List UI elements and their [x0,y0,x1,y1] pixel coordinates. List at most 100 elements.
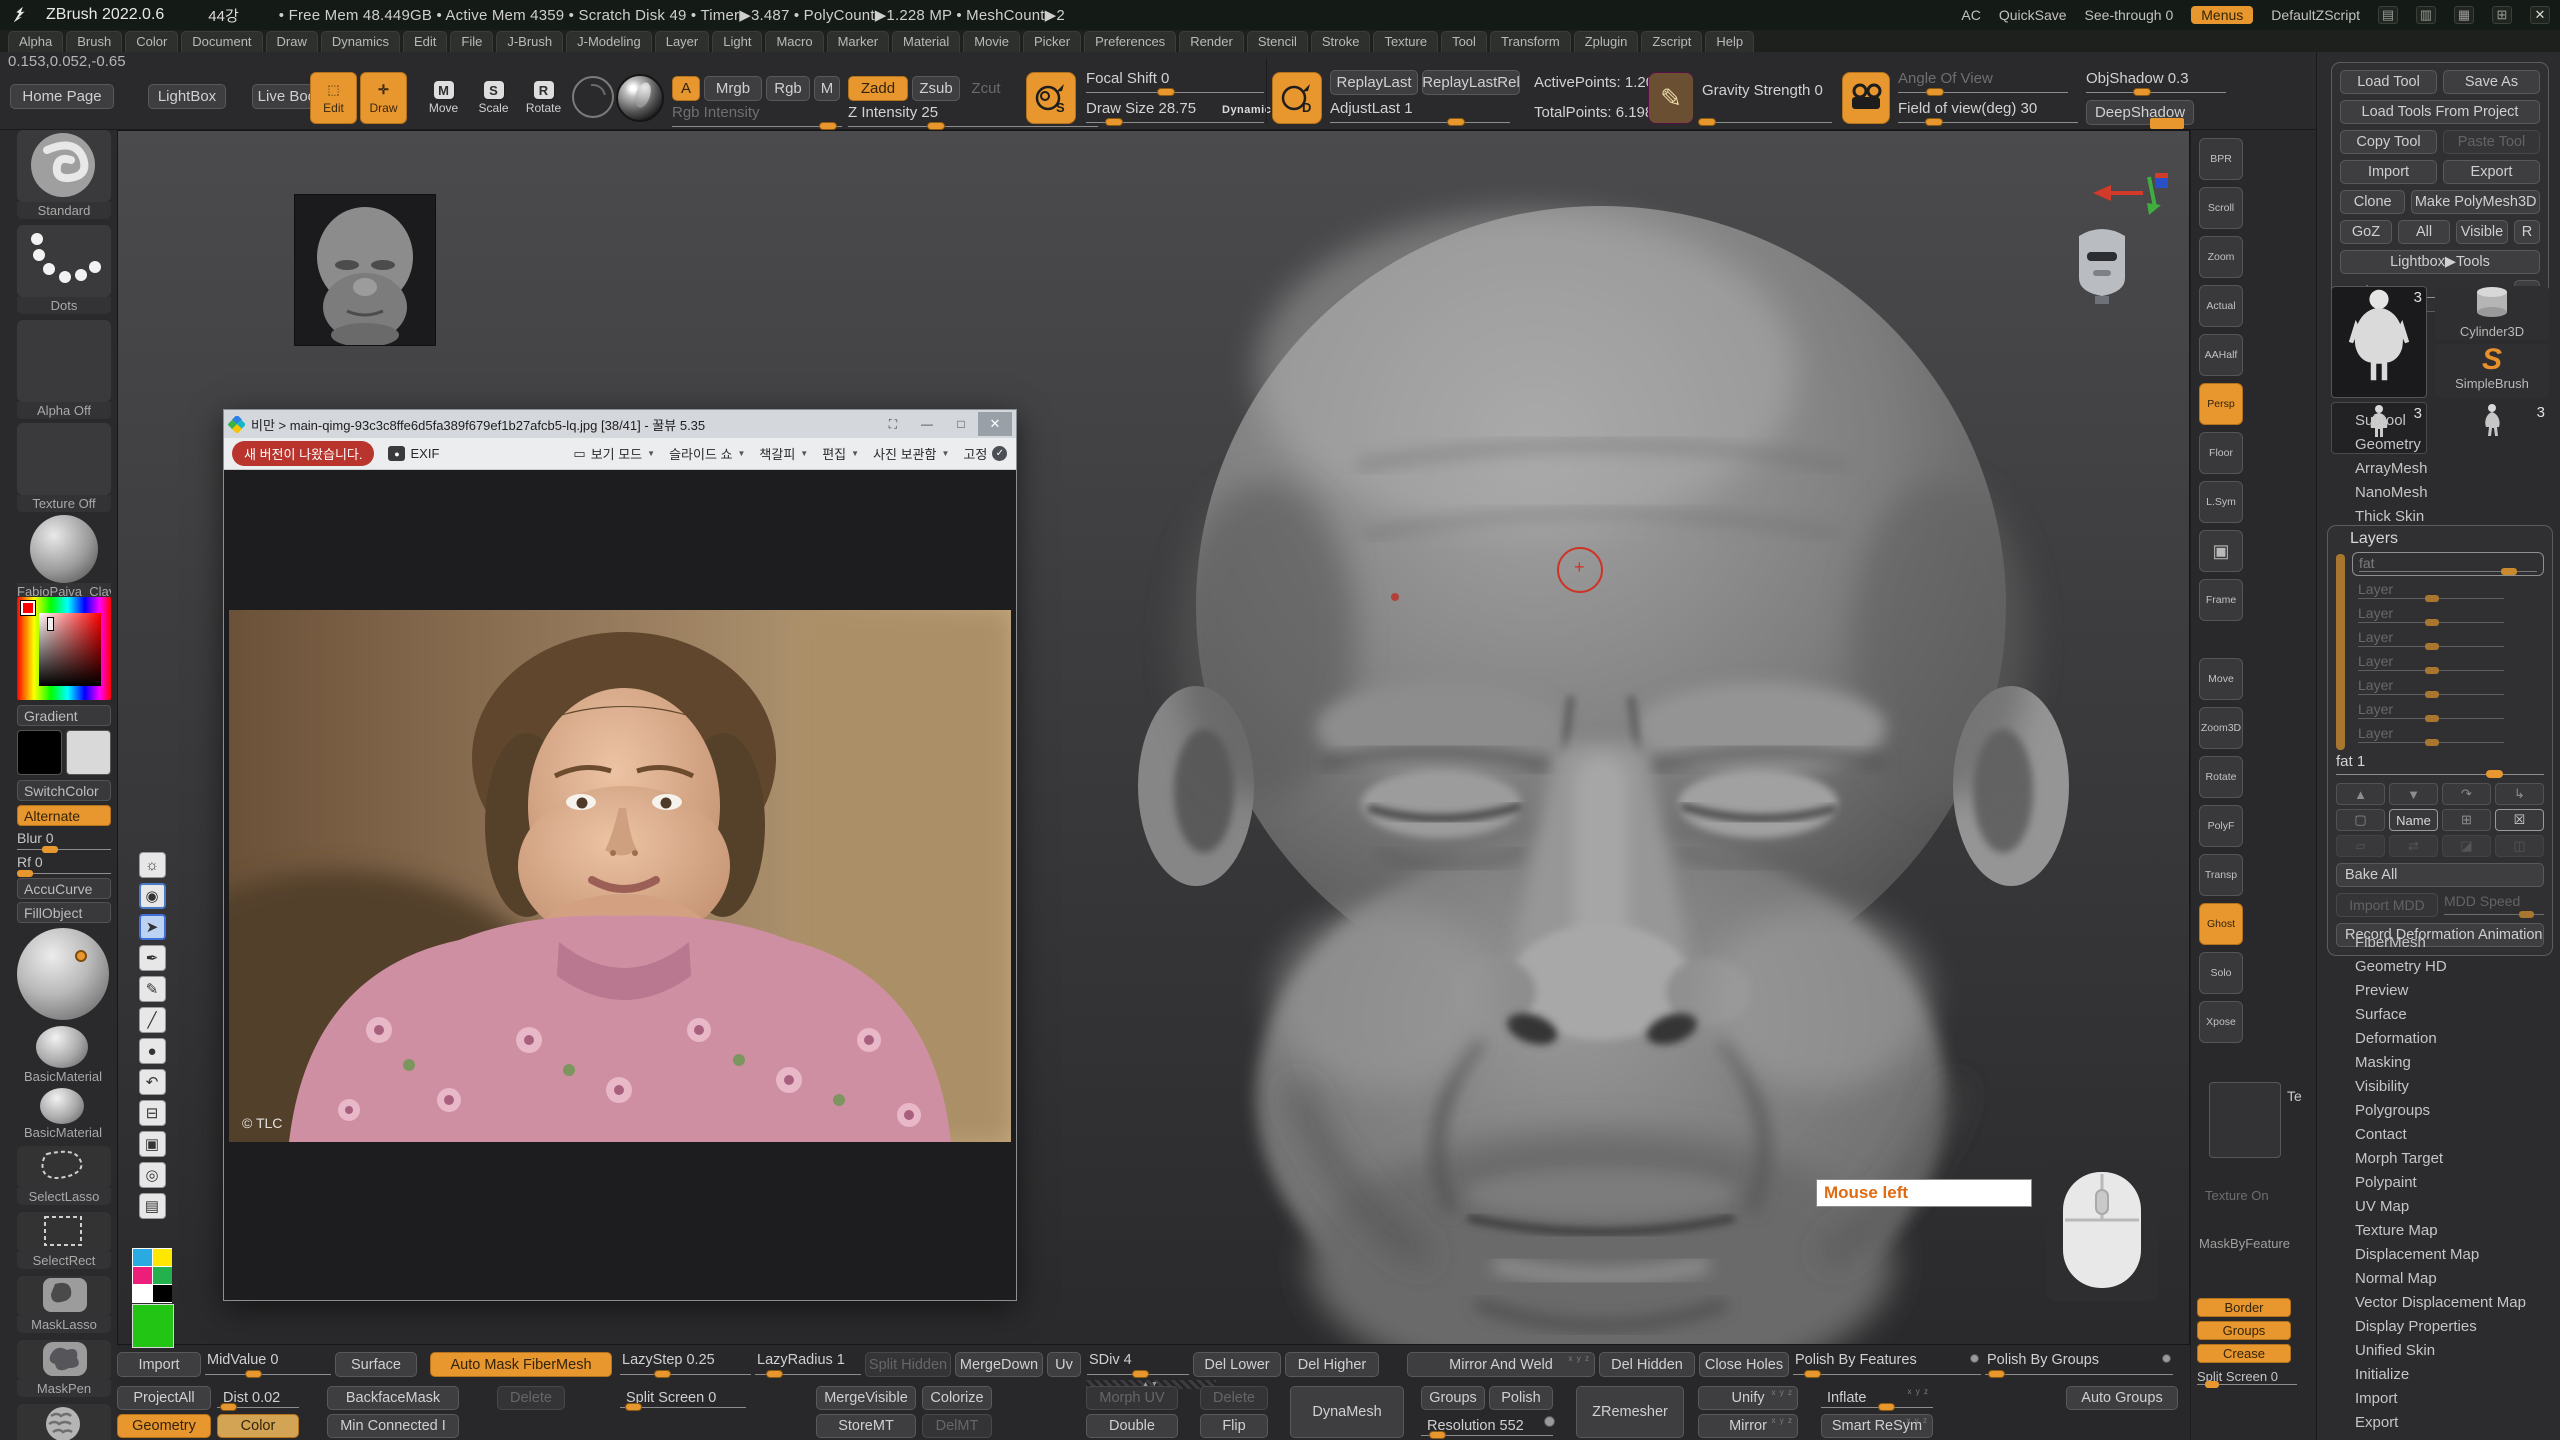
material-thumbnail[interactable] [30,515,98,583]
lightbox-tools-button[interactable]: Lightbox▶Tools [2340,250,2540,274]
layer-up-icon[interactable]: ▲ [2336,783,2385,805]
layer-extra-icon[interactable]: ◫ [2495,835,2544,857]
load-tool-button[interactable]: Load Tool [2340,70,2437,94]
menu-item[interactable]: Brush [66,31,122,52]
copy-tool-button[interactable]: Copy Tool [2340,130,2437,154]
layer-row[interactable]: Layer [2352,603,2544,627]
scale-mode-button[interactable]: SScale [470,72,517,124]
cylinder3d-tool[interactable]: Cylinder3D [2435,286,2549,340]
tool-section[interactable]: Morph Target [2331,1146,2549,1170]
easel-icon[interactable]: ▣ [139,1131,166,1157]
goz-r-button[interactable]: R [2514,220,2540,244]
view-mode-button[interactable]: ▭보기 모드▼ [573,444,655,463]
del-higher-button[interactable]: Del Higher [1285,1352,1379,1377]
tool-section[interactable]: Preview [2331,978,2549,1002]
quicksave-button[interactable]: QuickSave [1999,7,2067,23]
lazystep-slider[interactable]: LazyStep 0.25 [620,1352,751,1377]
mergevisible-button[interactable]: MergeVisible [816,1386,916,1410]
export-button[interactable]: Export [2443,160,2540,184]
menu-item[interactable]: Document [181,31,262,52]
texture-preview-box[interactable] [2209,1082,2281,1158]
tool-section[interactable]: Visibility [2331,1074,2549,1098]
shelf-solo-button[interactable]: Solo [2199,952,2243,994]
eye-icon[interactable]: ◉ [139,883,166,909]
unify-button[interactable]: Unify [1698,1386,1798,1410]
gravity-strength-slider[interactable] [1702,100,1832,126]
select-lasso-thumb[interactable] [17,1146,111,1188]
shelf-aahalf-button[interactable]: AAHalf [2199,334,2243,376]
layer-row[interactable]: Layer [2352,579,2544,603]
brush-thumbnail[interactable] [17,130,111,202]
tool-section[interactable]: Display Properties [2331,1314,2549,1338]
menu-item[interactable]: Dynamics [321,31,400,52]
draw-mode-button[interactable]: Draw [360,72,407,124]
swatch-blue[interactable] [133,1249,152,1266]
morph-uv-button[interactable]: Morph UV [1086,1386,1178,1410]
menu-item[interactable]: Preferences [1084,31,1176,52]
close-holes-button[interactable]: Close Holes [1699,1352,1789,1377]
swatch-white[interactable] [133,1285,152,1302]
goz-button[interactable]: GoZ [2340,220,2392,244]
main-color-swatch[interactable] [17,730,62,775]
layers-title[interactable]: Layers [2336,530,2544,548]
polish-by-features-slider[interactable]: Polish By Features [1793,1352,1981,1377]
menu-item[interactable]: Tool [1441,31,1487,52]
colorize-button[interactable]: Colorize [922,1386,992,1410]
photo-library-button[interactable]: 사진 보관함▼ [873,444,949,463]
menu-item[interactable]: Stencil [1247,31,1308,52]
menu-item[interactable]: Light [712,31,762,52]
rgb-intensity-slider[interactable]: Rgb Intensity [672,104,842,130]
tool-section[interactable]: Subtool [2331,408,2549,432]
layout-expand-icon[interactable]: ⊞ [2492,6,2512,24]
angle-of-view-icon[interactable] [1842,72,1890,124]
tool-section[interactable]: Displacement Map [2331,1242,2549,1266]
close-icon[interactable]: ✕ [2530,6,2550,24]
tool-section[interactable]: Contact [2331,1122,2549,1146]
del-lower-button[interactable]: Del Lower [1193,1352,1281,1377]
select-rect-thumb[interactable] [17,1212,111,1252]
goz-all-button[interactable]: All [2398,220,2450,244]
tool-section[interactable]: Vector Displacement Map [2331,1290,2549,1314]
shelf-lsym-button[interactable]: L.Sym [2199,481,2243,523]
auto-mask-fibermesh-button[interactable]: Auto Mask FiberMesh [430,1352,612,1377]
smart-resym-button[interactable]: Smart ReSym [1821,1414,1933,1438]
tool-section[interactable]: Surface [2331,1002,2549,1026]
dist-slider[interactable]: Dist 0.02 [217,1386,299,1410]
tool-section[interactable]: Masking [2331,1050,2549,1074]
pen-icon[interactable]: ✒ [139,945,166,971]
groups-polish-groups-button[interactable]: Groups [1421,1386,1485,1410]
split-screen-slider-2[interactable]: Split Screen 0 [620,1386,746,1410]
layer-row[interactable]: Layer [2352,675,2544,699]
dynamesh-button[interactable]: DynaMesh [1290,1386,1404,1438]
robot-head-icon[interactable] [2071,226,2133,304]
draw-size-icon[interactable]: S [1026,72,1076,124]
current-color-swatch[interactable] [132,1304,174,1348]
layer-row-selected[interactable]: fat [2352,552,2544,576]
tool-section[interactable]: Unified Skin [2331,1338,2549,1362]
adjust-last-icon[interactable]: D [1272,72,1322,124]
field-of-view-slider[interactable]: Field of view(deg) 30 [1898,100,2078,126]
double-button[interactable]: Double [1086,1414,1178,1438]
menu-item[interactable]: J-Brush [496,31,563,52]
ac-label[interactable]: AC [1961,7,1980,23]
photo-viewer-window[interactable]: 비만 > main-qimg-93c3c8ffe6d5fa389f679ef1b… [223,409,1017,1301]
menu-item[interactable]: Stroke [1311,31,1371,52]
tool-section[interactable]: UV Map [2331,1194,2549,1218]
dot-icon[interactable]: ● [139,1038,166,1064]
tool-section[interactable]: Geometry [2331,432,2549,456]
default-zscript-button[interactable]: DefaultZScript [2271,7,2360,23]
menu-item[interactable]: Zscript [1641,31,1702,52]
menu-item[interactable]: Draw [266,31,318,52]
angle-of-view-slider[interactable]: Angle Of View [1898,70,2068,96]
tool-section[interactable]: Import [2331,1386,2549,1410]
menu-item[interactable]: Edit [403,31,447,52]
layer-duplicate-icon[interactable]: ⊞ [2442,809,2491,831]
pencil-icon[interactable] [1648,72,1694,124]
texture-thumbnail[interactable] [17,423,111,495]
shelf-bpr-button[interactable]: BPR [2199,138,2243,180]
update-banner-button[interactable]: 새 버전이 나왔습니다. [232,441,374,466]
shelf-actual-button[interactable]: Actual [2199,285,2243,327]
lightbulb-icon[interactable]: ☼ [139,852,166,878]
shelf1-import-button[interactable]: Import [117,1352,201,1377]
mask-lasso-thumb[interactable] [17,1276,111,1316]
